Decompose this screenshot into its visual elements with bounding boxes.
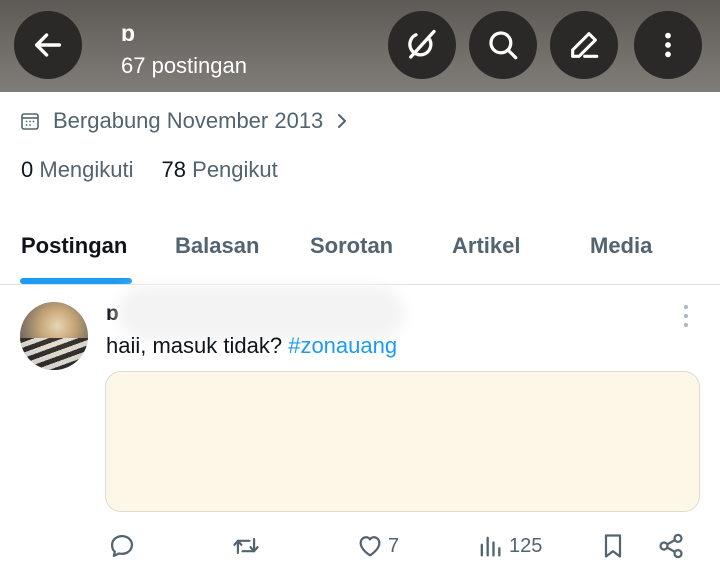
calendar-icon <box>21 113 39 130</box>
view-count: 125 <box>509 534 543 557</box>
tab-sorotan[interactable]: Sorotan <box>310 233 393 259</box>
post-count: 67 postingan <box>121 53 247 78</box>
followers-label: Pengikut <box>192 157 278 182</box>
arrow-left-icon <box>34 33 62 57</box>
bookmark-button[interactable] <box>601 532 625 560</box>
tab-postingan[interactable]: Postingan <box>21 233 127 259</box>
more-button[interactable] <box>634 11 702 79</box>
profile-header: ɒ 67 postingan <box>0 0 720 92</box>
repost-button[interactable] <box>231 532 261 560</box>
back-button[interactable] <box>14 11 82 79</box>
repost-icon <box>233 537 259 555</box>
redacted-handle <box>128 296 394 330</box>
avatar[interactable] <box>20 302 88 370</box>
post-text: haii, masuk tidak? #zonauang <box>106 333 397 359</box>
like-count: 7 <box>388 534 400 557</box>
post-media[interactable] <box>105 371 700 512</box>
share-icon <box>659 533 683 559</box>
views-button[interactable]: 125 <box>478 532 542 560</box>
heart-icon <box>359 536 381 557</box>
grok-slash-icon <box>408 29 436 59</box>
pencil-icon <box>571 32 599 58</box>
search-button[interactable] <box>469 11 537 79</box>
chevron-right-icon <box>338 114 347 128</box>
active-tab-indicator <box>20 278 132 284</box>
post-body: haii, masuk tidak? <box>106 333 289 358</box>
reply-icon <box>110 534 134 558</box>
search-icon <box>489 31 518 60</box>
following-link[interactable]: 0 Mengikuti <box>21 157 134 182</box>
more-vertical-icon <box>684 305 688 327</box>
tab-artikel[interactable]: Artikel <box>452 233 520 259</box>
following-count: 0 <box>21 157 34 182</box>
follow-stats: 0 Mengikuti 78 Pengikut <box>21 157 278 183</box>
hashtag-link[interactable]: #zonauang <box>288 333 397 358</box>
grok-button[interactable] <box>388 11 456 79</box>
joined-label: Bergabung November 2013 <box>53 108 324 133</box>
post-more-button[interactable] <box>674 303 698 334</box>
share-button[interactable] <box>657 532 685 560</box>
header-name: ɒ <box>121 20 136 46</box>
following-label: Mengikuti <box>39 157 134 182</box>
compose-button[interactable] <box>550 11 618 79</box>
tab-media[interactable]: Media <box>590 233 652 259</box>
joined-date[interactable]: Bergabung November 2013 <box>20 108 349 134</box>
followers-count: 78 <box>161 157 187 182</box>
views-chart-icon <box>480 536 501 557</box>
more-vertical-icon <box>665 32 671 58</box>
like-button[interactable]: 7 <box>356 532 399 560</box>
reply-button[interactable] <box>108 532 136 560</box>
profile-tabs: Postingan Balasan Sorotan Artikel Media <box>0 221 720 285</box>
followers-link[interactable]: 78 Pengikut <box>162 157 278 182</box>
tab-balasan[interactable]: Balasan <box>175 233 259 259</box>
post-author-name[interactable]: ɒ <box>106 302 119 326</box>
bookmark-icon <box>604 534 622 558</box>
